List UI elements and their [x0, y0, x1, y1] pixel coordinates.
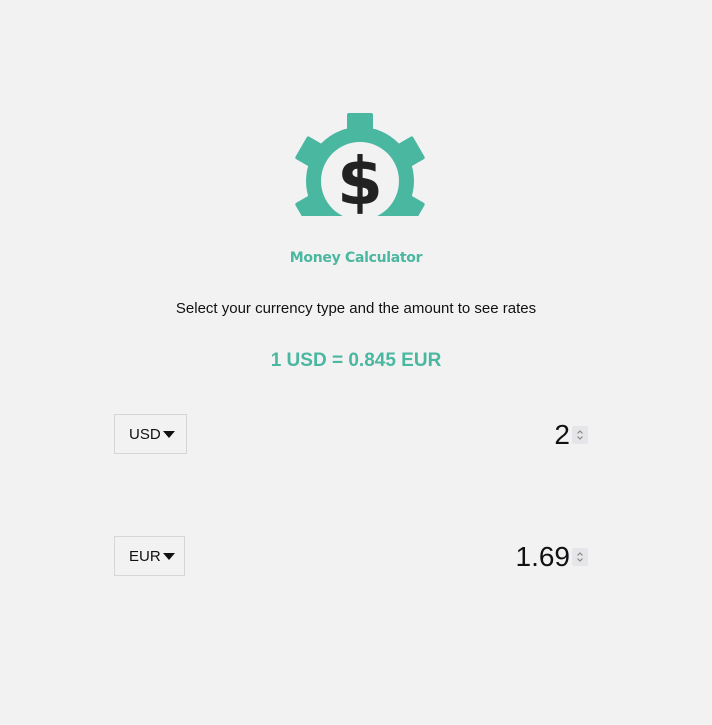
rate-base-currency: USD	[286, 350, 327, 371]
app-title: Money Calculator	[289, 250, 423, 266]
gear-dollar-icon: $	[295, 113, 425, 216]
from-amount-value: 2	[554, 419, 570, 450]
rate-base-amount: 1	[270, 350, 282, 371]
to-currency-select[interactable]: EUR	[114, 536, 185, 576]
rate-target-currency: EUR	[401, 350, 442, 371]
from-amount-input[interactable]: 2	[554, 419, 588, 450]
rate-equals: =	[331, 350, 344, 371]
chevron-down-icon	[162, 431, 175, 438]
from-currency-select[interactable]: USD	[114, 414, 187, 454]
number-spinner-icon[interactable]	[572, 548, 588, 566]
number-spinner-icon[interactable]	[572, 426, 588, 444]
to-amount-value: 1.69	[515, 541, 571, 572]
to-amount-input[interactable]: 1.69	[515, 541, 588, 572]
from-currency-value: USD	[129, 425, 161, 443]
to-currency-value: EUR	[129, 547, 161, 565]
rate-value: 0.845	[348, 350, 396, 371]
money-calculator-page: $ Money Calculator Select your currency …	[0, 0, 712, 725]
instructions-text: Select your currency type and the amount…	[175, 300, 537, 317]
chevron-down-icon	[162, 553, 175, 560]
exchange-rate-display: 1 USD = 0.845 EUR	[0, 350, 712, 372]
svg-text:$: $	[337, 143, 383, 216]
